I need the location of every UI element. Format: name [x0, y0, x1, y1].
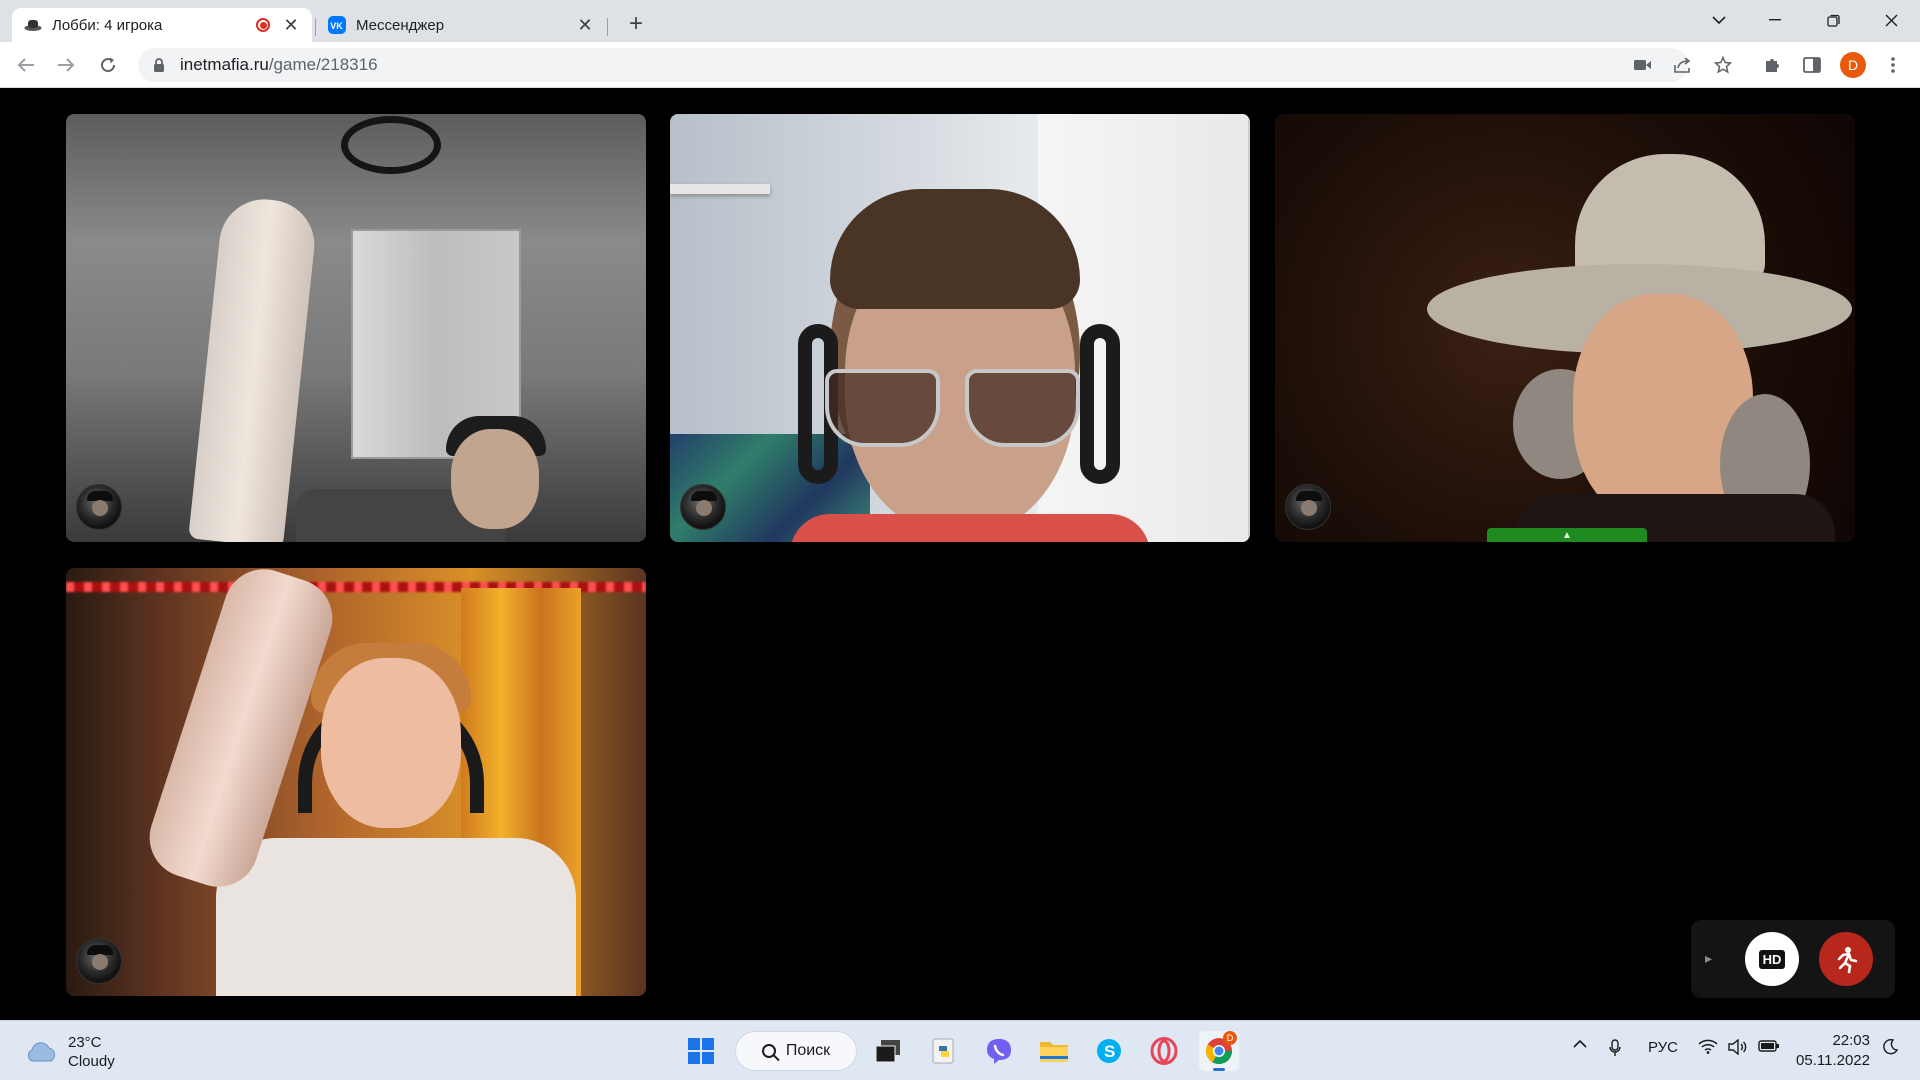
address-bar[interactable]: inetmafia.ru/game/218316 [138, 48, 1688, 82]
leave-runner-icon [1837, 947, 1858, 974]
reload-button[interactable] [92, 49, 124, 81]
side-panel-icon[interactable] [1799, 52, 1825, 78]
collapse-arrow-icon[interactable]: ▸ [1705, 950, 1712, 967]
search-icon [761, 1044, 776, 1058]
close-tab-icon[interactable]: ✕ [576, 15, 594, 36]
mafia-avatar-icon[interactable] [680, 484, 726, 530]
clock-date: 05.11.2022 [1796, 1052, 1870, 1069]
task-view-icon[interactable] [868, 1031, 908, 1071]
system-clock[interactable]: 22:03 05.11.2022 [1785, 1031, 1870, 1071]
recording-icon [256, 18, 270, 32]
focus-moon-icon[interactable] [1880, 1039, 1900, 1055]
player-video-tile[interactable] [66, 568, 646, 996]
file-explorer-icon[interactable] [1034, 1031, 1074, 1071]
hd-toggle-button[interactable]: HD [1745, 932, 1799, 986]
webcam-feed [1275, 114, 1855, 542]
tab-title: Мессенджер [356, 16, 445, 34]
webcam-feed [66, 568, 646, 996]
start-button[interactable] [681, 1031, 721, 1071]
clock-time: 22:03 [1832, 1032, 1870, 1049]
hd-label: HD [1758, 949, 1786, 969]
restore-button[interactable] [1810, 0, 1856, 40]
weather-temperature: 23°C [68, 1034, 102, 1051]
opera-icon[interactable] [1144, 1031, 1184, 1071]
player-video-tile[interactable]: ▲ [1275, 114, 1855, 542]
extensions-puzzle-icon[interactable] [1760, 52, 1786, 78]
expand-panel-tab[interactable]: ▲ [1487, 528, 1647, 542]
mafia-avatar-icon[interactable] [76, 484, 122, 530]
chrome-icon[interactable]: D [1199, 1031, 1239, 1071]
windows-taskbar: 23°C Cloudy Поиск S D РУС 22:03 05.11.20… [0, 1020, 1920, 1080]
player-video-tile[interactable] [670, 114, 1250, 542]
camera-in-use-icon[interactable] [1630, 52, 1656, 78]
search-label: Поиск [785, 1042, 831, 1059]
microphone-icon[interactable] [1605, 1039, 1625, 1057]
more-menu-icon[interactable] [1880, 52, 1906, 78]
tab-messenger[interactable]: VK Мессенджер ✕ [316, 8, 606, 42]
svg-text:S: S [1104, 1042, 1115, 1061]
vk-icon: VK [328, 16, 346, 34]
url-path: /game/218316 [268, 55, 378, 74]
new-tab-button[interactable]: + [620, 8, 652, 40]
browser-tab-strip: Лобби: 4 игрока ✕ VK Мессенджер ✕ + [0, 0, 1920, 42]
show-hidden-icons[interactable] [1570, 1039, 1590, 1048]
player-video-tile[interactable] [66, 114, 646, 542]
taskbar-search[interactable]: Поиск [735, 1031, 857, 1071]
mafia-avatar-icon[interactable] [76, 938, 122, 984]
lock-icon[interactable] [152, 57, 166, 73]
close-window-button[interactable] [1868, 0, 1914, 40]
viber-icon[interactable] [979, 1031, 1019, 1071]
webcam-feed [66, 114, 646, 542]
python-idle-icon[interactable] [924, 1031, 964, 1071]
tab-search-icon[interactable] [1696, 0, 1742, 40]
volume-icon[interactable] [1728, 1039, 1748, 1055]
weather-condition: Cloudy [68, 1053, 115, 1070]
share-icon[interactable] [1670, 52, 1696, 78]
mafia-avatar-icon[interactable] [1285, 484, 1331, 530]
tab-lobby[interactable]: Лобби: 4 игрока ✕ [12, 8, 312, 42]
mafia-hat-icon [24, 16, 42, 34]
chrome-profile-badge: D [1223, 1031, 1237, 1045]
cloud-icon [24, 1041, 58, 1063]
profile-avatar[interactable]: D [1840, 52, 1866, 78]
minimize-button[interactable] [1752, 0, 1798, 40]
svg-text:VK: VK [330, 21, 343, 31]
browser-toolbar: inetmafia.ru/game/218316 D [0, 42, 1920, 88]
url-host: inetmafia.ru [180, 55, 269, 74]
webcam-feed [670, 114, 1250, 542]
close-tab-icon[interactable]: ✕ [282, 15, 300, 36]
back-button[interactable] [10, 49, 42, 81]
input-language[interactable]: РУС [1645, 1039, 1681, 1056]
leave-game-button[interactable] [1819, 932, 1873, 986]
battery-icon[interactable] [1758, 1039, 1780, 1053]
tab-title: Лобби: 4 игрока [52, 16, 163, 34]
tab-divider [607, 18, 608, 36]
wifi-icon[interactable] [1698, 1039, 1718, 1054]
forward-button[interactable] [50, 49, 82, 81]
skype-icon[interactable]: S [1089, 1031, 1129, 1071]
weather-widget[interactable]: 23°C Cloudy [24, 1033, 115, 1071]
call-controls: ▸ HD [1691, 920, 1895, 998]
bookmark-star-icon[interactable] [1710, 52, 1736, 78]
